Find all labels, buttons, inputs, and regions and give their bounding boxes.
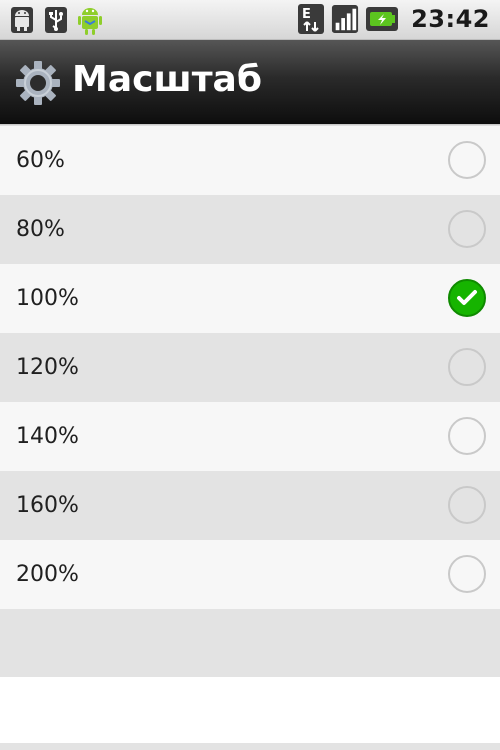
zoom-option-label: 100% — [16, 286, 79, 311]
dialog-title: Масштаб — [72, 59, 262, 100]
zoom-option-row[interactable]: 140% — [0, 402, 500, 471]
radio-checked-icon[interactable] — [448, 279, 486, 317]
zoom-option-row[interactable]: 60% — [0, 126, 500, 195]
zoom-options-list: 60% 80% 100% 120% 140% 160% 200% — [0, 126, 500, 609]
list-empty-row — [0, 609, 500, 677]
zoom-option-label: 120% — [16, 355, 79, 380]
zoom-option-row[interactable]: 80% — [0, 195, 500, 264]
zoom-option-row[interactable]: 200% — [0, 540, 500, 609]
zoom-option-label: 200% — [16, 562, 79, 587]
signal-icon — [331, 3, 359, 35]
android-notification-icon — [8, 4, 36, 36]
debug-android-icon — [76, 4, 104, 36]
radio-unchecked-icon[interactable] — [448, 486, 486, 524]
zoom-option-row[interactable]: 100% — [0, 264, 500, 333]
edge-network-icon: E — [297, 3, 325, 35]
dialog-title-bar: Масштаб — [0, 40, 500, 124]
status-bar: E 23:42 — [0, 0, 500, 40]
battery-icon — [365, 3, 399, 35]
zoom-option-row[interactable]: 160% — [0, 471, 500, 540]
svg-text:E: E — [302, 7, 311, 22]
status-clock: 23:42 — [411, 5, 490, 33]
zoom-option-row[interactable]: 120% — [0, 333, 500, 402]
radio-unchecked-icon[interactable] — [448, 417, 486, 455]
list-empty-row — [0, 743, 500, 750]
zoom-option-label: 160% — [16, 493, 79, 518]
radio-unchecked-icon[interactable] — [448, 141, 486, 179]
usb-icon — [42, 4, 70, 36]
zoom-option-label: 140% — [16, 424, 79, 449]
radio-unchecked-icon[interactable] — [448, 555, 486, 593]
zoom-option-label: 60% — [16, 148, 65, 173]
zoom-option-label: 80% — [16, 217, 65, 242]
gear-icon — [14, 59, 62, 107]
radio-unchecked-icon[interactable] — [448, 210, 486, 248]
list-empty-row — [0, 677, 500, 743]
radio-unchecked-icon[interactable] — [448, 348, 486, 386]
